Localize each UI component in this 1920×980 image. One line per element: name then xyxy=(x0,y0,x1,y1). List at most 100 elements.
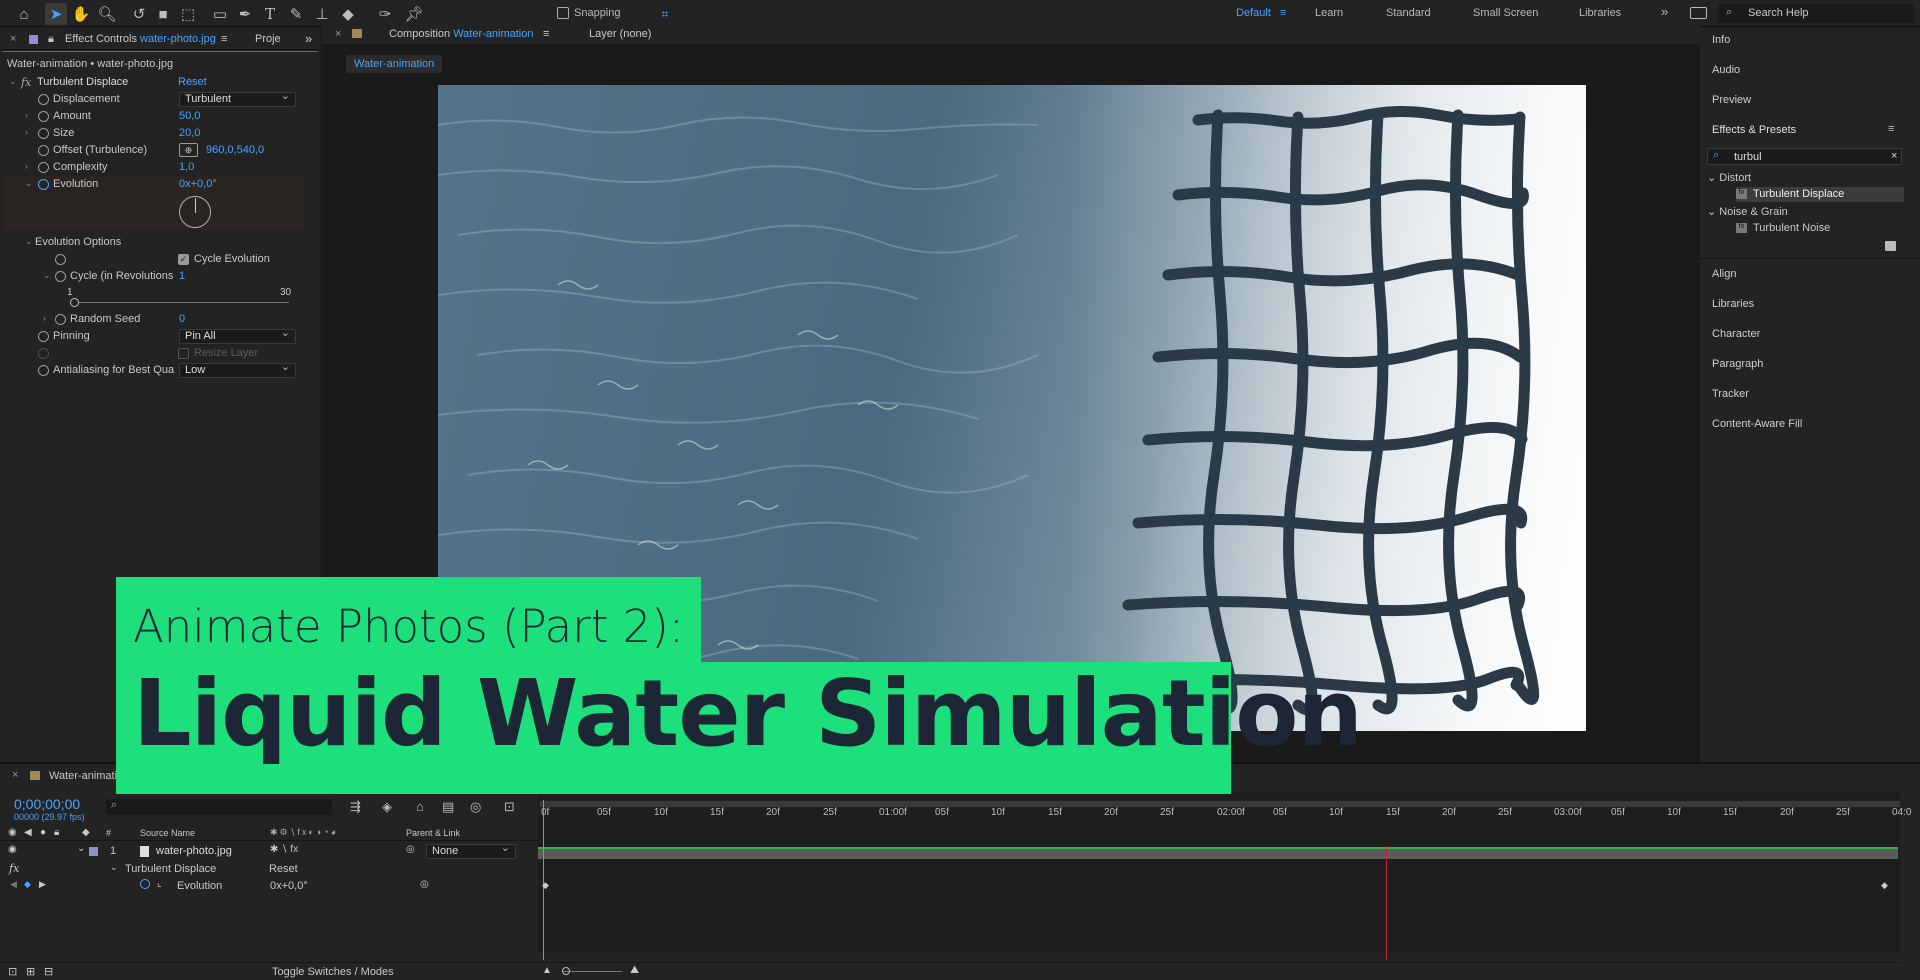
pan-behind-tool-icon[interactable]: ⬚ xyxy=(177,3,199,25)
camera-tool-icon[interactable]: ■ xyxy=(152,3,174,25)
motion-blur-icon[interactable]: ◎ xyxy=(470,799,481,815)
collapse-effect-icon[interactable]: ⌄ xyxy=(110,862,118,873)
effect-controls-tab[interactable]: Effect Controls water-photo.jpg xyxy=(65,33,216,45)
new-preset-icon[interactable] xyxy=(1885,241,1896,251)
align-panel-header[interactable]: Align xyxy=(1712,268,1736,280)
category-noise-grain[interactable]: ⌄ Noise & Grain xyxy=(1707,205,1788,218)
workspace-learn[interactable]: Learn xyxy=(1315,7,1343,19)
layer-switch-icons[interactable]: ✱ ∖ fx xyxy=(270,844,298,855)
pinning-dropdown[interactable]: Pin All xyxy=(179,327,296,344)
layer-switches-icon[interactable]: ⊡ xyxy=(8,965,17,978)
expand-effect-icon[interactable]: ⌄ xyxy=(9,76,17,87)
random-seed-value[interactable]: 0 xyxy=(179,313,185,325)
draft-3d-icon[interactable]: ◈ xyxy=(382,799,392,815)
expand-layer-icon[interactable]: ⌄ xyxy=(77,843,85,854)
prev-keyframe-icon[interactable]: ◀ xyxy=(10,879,17,890)
panel-menu-icon[interactable]: ≡ xyxy=(1888,123,1894,135)
close-tab-icon[interactable]: × xyxy=(12,769,18,781)
fx-icon[interactable]: fx xyxy=(9,862,19,875)
cycle-revolutions-value[interactable]: 1 xyxy=(179,270,185,282)
rectangle-tool-icon[interactable]: ▭ xyxy=(209,3,231,25)
expand-seed-icon[interactable]: › xyxy=(43,313,46,323)
snap-options-icon[interactable]: ⌗ xyxy=(654,3,676,25)
roto-brush-tool-icon[interactable]: ✑ xyxy=(374,3,396,25)
search-help-field[interactable]: ⌕ Search Help xyxy=(1718,4,1914,23)
lock-icon[interactable]: 🔒︎ xyxy=(48,33,54,46)
zoom-slider-handle[interactable] xyxy=(562,967,570,975)
rotate-tool-icon[interactable]: ↺ xyxy=(128,3,150,25)
workspace-small-screen[interactable]: Small Screen xyxy=(1473,7,1538,19)
comp-flowchart-icon[interactable]: ⇶ xyxy=(350,799,361,815)
type-tool-icon[interactable]: T xyxy=(259,3,281,25)
project-tab[interactable]: Proje xyxy=(255,33,281,45)
expand-complexity-icon[interactable]: › xyxy=(25,161,28,171)
evolution-row-value[interactable]: 0x+0,0° xyxy=(270,880,308,892)
layer-row[interactable]: ◉ ⌄ 1 water-photo.jpg ✱ ∖ fx ◎ None xyxy=(0,842,538,860)
pickwhip-icon[interactable]: ◎ xyxy=(406,844,415,855)
clone-stamp-tool-icon[interactable]: ⊥ xyxy=(311,3,333,25)
preview-panel-header[interactable]: Preview xyxy=(1712,94,1751,106)
parent-dropdown[interactable]: None xyxy=(426,842,516,859)
stopwatch-active-icon[interactable] xyxy=(38,179,49,190)
stopwatch-icon[interactable] xyxy=(38,145,49,156)
layer-name[interactable]: water-photo.jpg xyxy=(156,845,232,857)
fx-icon[interactable]: fx xyxy=(21,76,31,89)
close-tab-icon[interactable]: × xyxy=(335,28,341,40)
frame-blending-icon[interactable]: ▤ xyxy=(442,799,454,815)
stopwatch-icon[interactable] xyxy=(55,314,66,325)
effect-turbulent-displace[interactable]: fx Turbulent Displace xyxy=(1736,187,1904,202)
tracker-panel-header[interactable]: Tracker xyxy=(1712,388,1749,400)
antialiasing-dropdown[interactable]: Low xyxy=(179,361,296,378)
tab-menu-icon[interactable]: ≡ xyxy=(221,33,227,45)
composition-tab[interactable]: Composition Water-animation xyxy=(389,28,534,40)
zoom-tool-icon[interactable]: 🔍︎ xyxy=(96,3,118,25)
workspace-default[interactable]: Default xyxy=(1236,7,1271,19)
paragraph-panel-header[interactable]: Paragraph xyxy=(1712,358,1763,370)
info-panel-header[interactable]: Info xyxy=(1712,34,1730,46)
character-panel-header[interactable]: Character xyxy=(1712,328,1760,340)
toggle-switches-modes[interactable]: Toggle Switches / Modes xyxy=(272,966,394,978)
shy-layers-icon[interactable]: ⌂ xyxy=(416,799,424,814)
workspace-menu-icon[interactable]: ≡ xyxy=(1280,7,1286,19)
workspace-layout-icon[interactable] xyxy=(1690,7,1707,19)
effect-row-reset[interactable]: Reset xyxy=(269,863,298,875)
cycle-evolution-checkbox[interactable]: ✓ xyxy=(178,254,189,265)
content-aware-fill-panel-header[interactable]: Content-Aware Fill xyxy=(1712,418,1802,430)
keyframe-end-icon[interactable]: ◆ xyxy=(1881,880,1888,891)
comp-subtab[interactable]: Water-animation xyxy=(346,55,443,73)
category-distort[interactable]: ⌄ Distort xyxy=(1707,171,1751,184)
size-value[interactable]: 20,0 xyxy=(179,127,200,139)
hand-tool-icon[interactable]: ✋ xyxy=(70,3,92,25)
source-name-header[interactable]: Source Name xyxy=(140,828,195,838)
libraries-panel-header[interactable]: Libraries xyxy=(1712,298,1754,310)
zoom-out-icon[interactable]: ▲ xyxy=(542,965,552,976)
stopwatch-active-icon[interactable] xyxy=(140,879,150,889)
in-out-icon[interactable]: ⊟ xyxy=(44,965,53,978)
zoom-in-icon[interactable]: ⛰ xyxy=(630,964,639,977)
stopwatch-icon[interactable] xyxy=(38,128,49,139)
cycle-slider-handle[interactable] xyxy=(70,298,79,307)
cycle-slider-track[interactable] xyxy=(70,302,289,303)
expand-amount-icon[interactable]: › xyxy=(25,110,28,120)
collapse-evolution-options-icon[interactable]: ⌄ xyxy=(25,236,33,247)
evolution-angle-dial[interactable] xyxy=(179,196,211,228)
displacement-dropdown[interactable]: Turbulent xyxy=(179,90,296,107)
more-workspaces-icon[interactable]: » xyxy=(1661,4,1668,19)
layer-duration-bar[interactable] xyxy=(538,849,1898,859)
pen-tool-icon[interactable]: ✒ xyxy=(234,3,256,25)
timeline-search-field[interactable]: ⌕ xyxy=(106,799,332,815)
offset-value[interactable]: 960,0,540,0 xyxy=(206,144,264,156)
crosshair-point-icon[interactable]: ⊕ xyxy=(179,143,198,157)
close-tab-icon[interactable]: × xyxy=(10,33,16,45)
keyframe-start-icon[interactable]: ◆ xyxy=(542,880,549,891)
selection-tool-icon[interactable]: ➤ xyxy=(45,3,67,25)
more-tabs-icon[interactable]: » xyxy=(305,31,312,46)
stopwatch-icon[interactable] xyxy=(38,111,49,122)
layer-tab[interactable]: Layer (none) xyxy=(589,28,651,40)
zoom-slider[interactable] xyxy=(562,971,622,972)
snapping-checkbox[interactable] xyxy=(557,7,569,19)
tab-menu-icon[interactable]: ≡ xyxy=(543,28,549,40)
effect-turbulent-noise[interactable]: fx Turbulent Noise xyxy=(1736,221,1904,236)
collapse-cycle-icon[interactable]: ⌄ xyxy=(43,270,51,281)
stopwatch-icon[interactable] xyxy=(55,271,66,282)
